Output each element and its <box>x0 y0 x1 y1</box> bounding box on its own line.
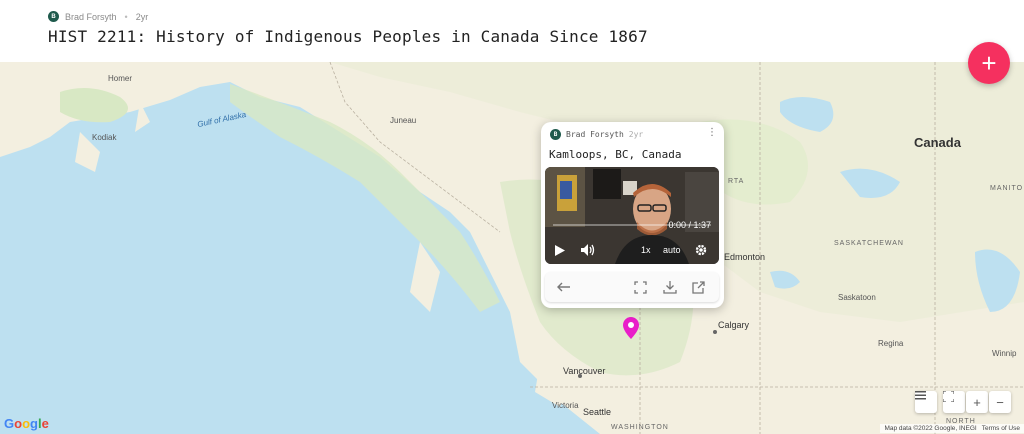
map-label-regina: Regina <box>878 339 904 348</box>
popup-location-title: Kamloops, BC, Canada <box>549 148 682 161</box>
author-name[interactable]: Brad Forsyth <box>65 12 117 22</box>
open-external-icon[interactable] <box>689 278 707 296</box>
map-label-seattle: Seattle <box>583 407 612 417</box>
post-age: 2yr <box>135 11 149 22</box>
popup-author-name[interactable]: Brad Forsyth <box>566 130 624 139</box>
expand-icon[interactable] <box>631 278 649 296</box>
zoom-out-button[interactable]: − <box>989 391 1011 413</box>
download-icon[interactable] <box>661 278 679 296</box>
map-label-juneau: Juneau <box>390 116 417 125</box>
map-label-homer: Homer <box>108 74 133 83</box>
map-label-saskatchewan: SASKATCHEWAN <box>834 240 904 247</box>
map-label-washington: WASHINGTON <box>611 424 669 431</box>
list-icon <box>915 391 926 400</box>
playback-speed-button[interactable]: 1x <box>641 245 651 255</box>
settings-gear-icon[interactable] <box>695 244 707 258</box>
map-data-credit: Map data ©2022 Google, INEGI <box>884 425 977 432</box>
map-label-victoria: Victoria <box>552 401 579 410</box>
location-popup-card: B Brad Forsyth 2yr ⋮ Kamloops, BC, Canad… <box>541 122 724 308</box>
fullscreen-button[interactable] <box>943 391 965 413</box>
map-terrain <box>0 62 1024 434</box>
google-logo: Google <box>4 416 49 431</box>
map-label-kodiak: Kodiak <box>92 133 117 142</box>
map-label-alberta: RTA <box>728 178 745 185</box>
city-dot-calgary <box>713 330 717 334</box>
popup-actions-bar <box>545 272 719 302</box>
map-label-calgary: Calgary <box>718 320 750 330</box>
map-label-canada: Canada <box>914 135 961 150</box>
more-options-icon[interactable]: ⋮ <box>707 128 717 138</box>
popup-author-row: B Brad Forsyth 2yr <box>550 129 643 140</box>
zoom-in-button[interactable]: + <box>966 391 988 413</box>
author-avatar[interactable]: B <box>48 11 59 22</box>
back-arrow-icon[interactable] <box>555 278 573 296</box>
map-label-vancouver: Vancouver <box>563 366 606 376</box>
video-player[interactable]: 0:00 / 1:37 1x auto <box>545 167 719 264</box>
author-row: B Brad Forsyth • 2yr <box>48 11 148 22</box>
volume-icon[interactable] <box>581 244 596 258</box>
map-label-saskatoon: Saskatoon <box>838 293 876 302</box>
video-frame <box>545 167 719 264</box>
popup-post-age: 2yr <box>628 130 644 139</box>
map-label-winnipeg: Winnip <box>992 349 1017 358</box>
video-time: 0:00 / 1:37 <box>668 220 711 230</box>
fullscreen-icon <box>943 391 954 402</box>
terms-of-use-link[interactable]: Terms of Use <box>982 425 1020 432</box>
map-label-edmonton: Edmonton <box>724 252 766 262</box>
quality-button[interactable]: auto <box>663 245 681 255</box>
popup-author-avatar[interactable]: B <box>550 129 561 140</box>
map-label-manitoba: MANITO <box>990 185 1024 192</box>
post-header: B Brad Forsyth • 2yr HIST 2211: History … <box>0 0 1024 62</box>
play-icon[interactable] <box>555 245 565 258</box>
add-post-button[interactable]: + <box>968 42 1010 84</box>
page-title: HIST 2211: History of Indigenous Peoples… <box>48 27 648 46</box>
separator-dot: • <box>124 11 128 22</box>
map-canvas[interactable]: Homer Kodiak Gulf of Alaska Juneau Canad… <box>0 62 1024 434</box>
map-layers-button[interactable] <box>915 391 937 413</box>
map-attribution: Map data ©2022 Google, INEGI Terms of Us… <box>880 424 1024 433</box>
